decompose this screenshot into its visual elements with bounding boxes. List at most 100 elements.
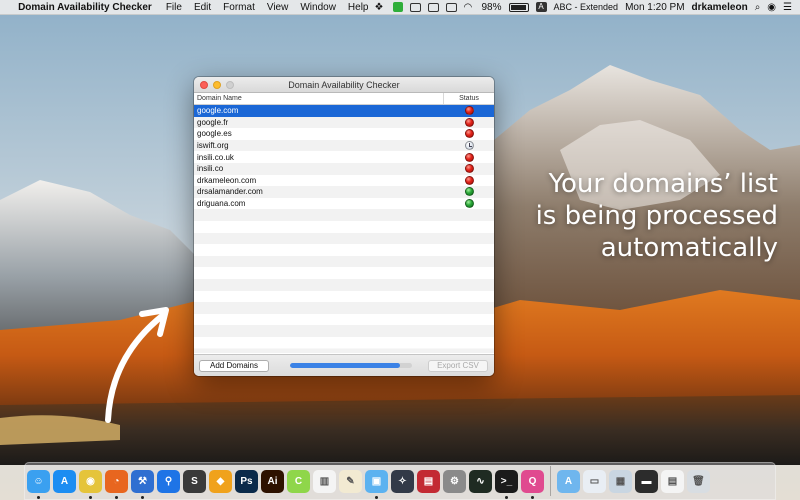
empty-table-row [194, 278, 494, 291]
photo-status-icon[interactable] [427, 2, 439, 12]
table-row[interactable]: iswift.org [194, 139, 494, 152]
domain-checker-window: Domain Availability Checker Domain Name … [194, 77, 494, 376]
dock-separator [550, 466, 551, 496]
empty-table-row [194, 302, 494, 314]
sublime-icon[interactable]: S [183, 469, 206, 493]
firefox-icon[interactable]: ◔ [105, 469, 128, 499]
xcode-icon[interactable]: ⚒ [131, 469, 154, 499]
empty-table-row [194, 313, 494, 326]
menu-edit[interactable]: Edit [188, 2, 217, 13]
siri-icon[interactable]: ◉ [767, 2, 776, 13]
notification-center-icon[interactable]: ☰ [783, 2, 792, 13]
export-csv-button[interactable]: Export CSV [428, 360, 488, 372]
taken-status-icon [464, 164, 474, 174]
system-prefs-icon[interactable]: ⚙ [443, 469, 466, 493]
taken-status-icon [464, 152, 474, 162]
document-thumb-icon[interactable]: ▭ [583, 469, 606, 493]
domain-table[interactable]: google.com google.fr google.es iswift.org in… [194, 105, 494, 353]
minimize-button[interactable] [213, 81, 221, 89]
column-header-status[interactable]: Status [444, 93, 494, 104]
numbers-icon[interactable]: ▥ [313, 469, 336, 493]
menu-help[interactable]: Help [342, 2, 375, 13]
applications-folder-icon[interactable]: A [557, 469, 580, 493]
activity-monitor-icon[interactable]: ∿ [469, 469, 492, 493]
domain-name-cell: google.es [197, 129, 232, 139]
terminal-thumb-icon[interactable]: ▬ [635, 469, 658, 493]
table-row[interactable]: drkameleon.com [194, 174, 494, 187]
menu-extras: ❖ ◠ 98% A ABC - Extended Mon 1:20 PM drk… [375, 2, 800, 14]
wifi-icon[interactable]: ◠ [464, 2, 475, 13]
table-row[interactable]: insili.co [194, 162, 494, 175]
column-header-domain[interactable]: Domain Name [194, 93, 444, 104]
empty-table-row [194, 290, 494, 303]
app-store-icon[interactable]: A [53, 469, 76, 493]
table-row[interactable]: google.com [194, 105, 494, 117]
window-bottom-bar: Add Domains Export CSV [194, 354, 494, 376]
illustrator-icon[interactable]: Ai [261, 469, 284, 493]
caption-line: automatically [600, 233, 778, 263]
window-title: Domain Availability Checker [288, 80, 400, 90]
domain-name-cell: insili.co [197, 164, 224, 174]
table-row[interactable]: drsalamander.com [194, 186, 494, 198]
codekit-icon[interactable]: C [287, 469, 310, 493]
terminal-icon[interactable]: >_ [495, 469, 518, 499]
finder-icon[interactable]: ☺ [27, 469, 50, 499]
empty-table-row [194, 336, 494, 349]
chrome-icon[interactable]: ◉ [79, 469, 102, 499]
progress-fill [290, 363, 400, 368]
menu-format[interactable]: Format [217, 2, 261, 13]
dock: ☺ A ◉ ◔ ⚒ ⚲ S ◆ Ps Ai C ▥ ✎ ▣ ✧ ▤ ⚙ ∿ >_ Q A ▭ ▦ ▬ ▤ 🗑 [24, 462, 776, 500]
table-row[interactable]: driguana.com [194, 197, 494, 210]
empty-table-row [194, 325, 494, 337]
domain-name-cell: iswift.org [197, 141, 229, 151]
spotlight-icon[interactable]: ⌕ [755, 2, 761, 13]
user-name[interactable]: drkameleon [692, 2, 748, 13]
close-button[interactable] [200, 81, 208, 89]
battery-icon[interactable] [508, 2, 529, 12]
empty-table-row [194, 267, 494, 279]
dropbox-icon[interactable]: ❖ [375, 2, 386, 13]
zoom-button[interactable] [226, 81, 234, 89]
menu-file[interactable]: File [160, 2, 188, 13]
add-domains-button[interactable]: Add Domains [199, 360, 269, 372]
clock[interactable]: Mon 1:20 PM [625, 2, 684, 13]
taken-status-icon [464, 129, 474, 139]
promo-caption: Your domains’ list is being processed au… [508, 168, 778, 264]
input-source-icon[interactable]: A [535, 2, 547, 12]
available-status-icon [464, 187, 474, 197]
menu-app-name[interactable]: Domain Availability Checker [14, 2, 160, 13]
parallels-icon[interactable]: ▤ [417, 469, 440, 493]
screenshot-thumb-icon[interactable]: ▦ [609, 469, 632, 493]
menu-window[interactable]: Window [294, 2, 342, 13]
domain-checker-icon[interactable]: Q [521, 469, 544, 499]
messages-icon[interactable] [409, 2, 421, 12]
preview-icon[interactable]: ▣ [365, 469, 388, 499]
status-cell [444, 175, 494, 185]
table-row[interactable]: google.fr [194, 116, 494, 129]
window-controls [200, 81, 234, 89]
photoshop-icon[interactable]: Ps [235, 469, 258, 493]
trash-icon[interactable]: 🗑 [687, 469, 710, 493]
domain-name-cell: insili.co.uk [197, 152, 234, 162]
safari-icon[interactable]: ✧ [391, 469, 414, 493]
domain-name-cell: drkameleon.com [197, 175, 257, 185]
sketch-icon[interactable]: ◆ [209, 469, 232, 493]
available-status-icon [464, 199, 474, 209]
document-thumb-icon-2[interactable]: ▤ [661, 469, 684, 493]
table-row[interactable]: insili.co.uk [194, 151, 494, 163]
window-titlebar[interactable]: Domain Availability Checker [194, 77, 494, 93]
table-row[interactable]: google.es [194, 128, 494, 140]
battery-percent[interactable]: 98% [482, 2, 502, 13]
empty-table-row [194, 209, 494, 221]
status-app-icon[interactable] [392, 2, 403, 12]
airplay-icon[interactable] [445, 2, 457, 12]
input-source-label[interactable]: ABC - Extended [554, 2, 619, 12]
status-cell [444, 117, 494, 127]
empty-table-row [194, 244, 494, 256]
caption-line: is being processed [535, 201, 778, 231]
taken-status-icon [464, 175, 474, 185]
menu-view[interactable]: View [261, 2, 295, 13]
maps-icon[interactable]: ⚲ [157, 469, 180, 493]
textedit-icon[interactable]: ✎ [339, 469, 362, 493]
table-header: Domain Name Status [194, 93, 494, 105]
